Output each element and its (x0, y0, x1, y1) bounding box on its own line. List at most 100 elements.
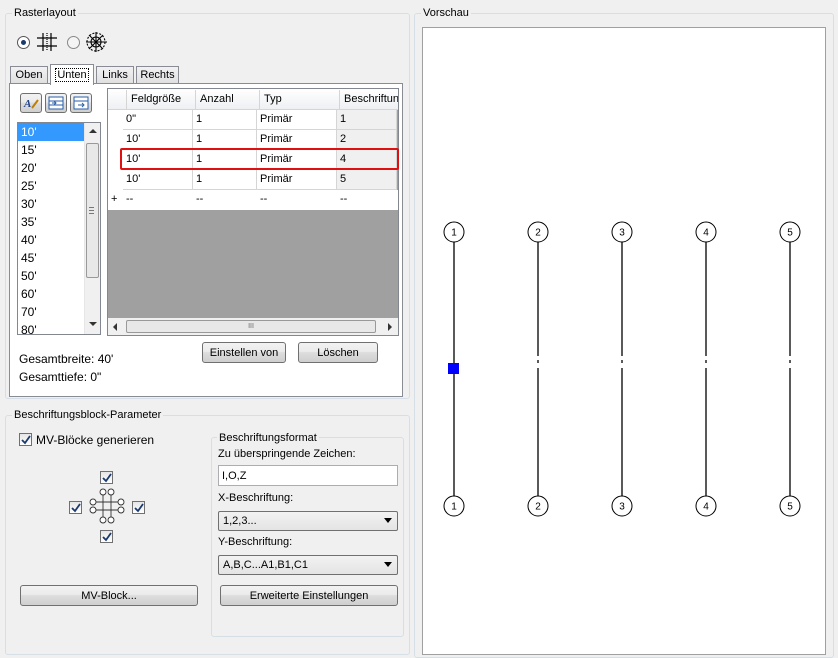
grid-table[interactable]: Feldgröße Anzahl Typ Beschriftun 0" 1 Prim… (107, 88, 399, 336)
grid-bubble-label: 1 (451, 502, 457, 513)
tab-unten[interactable]: Unten (50, 64, 94, 85)
y-label-caption: Y-Beschriftung: (218, 536, 293, 548)
grid-bubble-label: 2 (535, 502, 541, 513)
grid-cell-beschriftung[interactable]: 5 (337, 170, 397, 190)
radial-grid-icon (85, 31, 109, 56)
x-label-select[interactable]: 1,2,3... (218, 511, 398, 531)
grid-cell-typ[interactable]: Primär (257, 130, 337, 150)
grid-bubble-label: 5 (787, 502, 793, 513)
svg-text:A: A (23, 98, 31, 110)
grid-bubble-label: 1 (451, 228, 457, 239)
label-block-title: Beschriftungsblock-Parameter (12, 409, 164, 422)
size-listbox[interactable]: 10' 15' 20' 25' 30' 35' 40' 45' 50' 60' 70' 80' (17, 122, 101, 335)
size-list-item[interactable]: 50' (18, 267, 84, 285)
grid-header-typ[interactable]: Typ (259, 90, 339, 109)
radio-orthogonal[interactable] (17, 36, 30, 49)
label-right-checkbox[interactable] (132, 501, 145, 514)
scroll-right-arrow[interactable] (388, 323, 392, 331)
total-width-text: Gesamtbreite: 40' (19, 352, 114, 366)
preview-title: Vorschau (421, 7, 471, 20)
size-list-item[interactable]: 20' (18, 159, 84, 177)
new-row-anzahl[interactable]: -- (193, 190, 257, 209)
label-left-checkbox[interactable] (69, 501, 82, 514)
size-list-item[interactable]: 80' (18, 321, 84, 334)
rasterlayout-title: Rasterlayout (12, 7, 78, 20)
grid-header-beschriftung[interactable]: Beschriftun (339, 90, 398, 109)
generate-mv-label: MV-Blöcke generieren (36, 433, 155, 447)
grid-bubble-top[interactable]: 3 (611, 221, 633, 243)
grid-hscroll-thumb[interactable]: III (126, 320, 376, 333)
new-row[interactable]: + -- -- -- -- (108, 190, 398, 210)
grid-row[interactable]: 10' 1 Primär 5 (108, 170, 398, 190)
grid-cell-anzahl[interactable]: 1 (193, 110, 257, 130)
tab-links[interactable]: Links (96, 66, 134, 83)
size-list-item[interactable]: 45' (18, 249, 84, 267)
grid-bubble-bottom[interactable]: 2 (527, 495, 549, 517)
grid-cell-typ[interactable]: Primär (257, 110, 337, 130)
grid-bubble-bottom[interactable]: 5 (779, 495, 801, 517)
grid-bubble-top[interactable]: 5 (779, 221, 801, 243)
size-list-item[interactable]: 70' (18, 303, 84, 321)
grid-bubble-label: 4 (703, 502, 709, 513)
skip-chars-input[interactable]: I,O,Z (218, 465, 398, 486)
grid-cell-feldgroesse[interactable]: 10' (123, 170, 193, 190)
grid-cell-feldgroesse[interactable]: 10' (123, 130, 193, 150)
size-list-scrollbar[interactable] (84, 123, 100, 334)
size-list-item[interactable]: 10' (18, 123, 84, 141)
grid-cell-beschriftung[interactable]: 1 (337, 110, 397, 130)
grid-bubble-bottom[interactable]: 1 (443, 495, 465, 517)
grid-hscrollbar[interactable]: III (108, 318, 398, 335)
grid-bubble-top[interactable]: 4 (695, 221, 717, 243)
size-list-item[interactable]: 35' (18, 213, 84, 231)
advanced-settings-button[interactable]: Erweiterte Einstellungen (220, 585, 398, 606)
set-from-button[interactable]: Einstellen von (202, 342, 286, 363)
size-list-item[interactable]: 30' (18, 195, 84, 213)
grid-row[interactable]: 10' 1 Primär 2 (108, 130, 398, 150)
label-block-diagram-icon (89, 488, 125, 527)
scroll-down-arrow[interactable] (89, 322, 97, 326)
label-bottom-checkbox[interactable] (100, 530, 113, 543)
grid-row[interactable]: 0" 1 Primär 1 (108, 110, 398, 130)
new-row-typ[interactable]: -- (257, 190, 337, 209)
grid-bubble-label: 4 (703, 228, 709, 239)
grid-header-feldgroesse[interactable]: Feldgröße (126, 90, 196, 109)
grid-cell-beschriftung[interactable]: 2 (337, 130, 397, 150)
label-format-title: Beschriftungsformat (217, 432, 319, 445)
grid-bubble-label: 2 (535, 228, 541, 239)
label-top-checkbox[interactable] (100, 471, 113, 484)
mv-block-button[interactable]: MV-Block... (20, 585, 198, 606)
radio-radial[interactable] (67, 36, 80, 49)
grid-cell-anzahl[interactable]: 1 (193, 170, 257, 190)
edit-label-icon[interactable]: A (20, 93, 42, 113)
total-depth-text: Gesamttiefe: 0" (19, 370, 102, 384)
size-list-item[interactable]: 60' (18, 285, 84, 303)
grid-bubble-bottom[interactable]: 3 (611, 495, 633, 517)
grid-cell-anzahl[interactable]: 1 (193, 130, 257, 150)
grid-bubble-top[interactable]: 2 (527, 221, 549, 243)
grid-header-anzahl[interactable]: Anzahl (195, 90, 259, 109)
size-list-item[interactable]: 25' (18, 177, 84, 195)
new-row-feldgroesse[interactable]: -- (123, 190, 193, 209)
grid-bubble-bottom[interactable]: 4 (695, 495, 717, 517)
tab-oben[interactable]: Oben (10, 66, 48, 83)
scroll-left-arrow[interactable] (113, 323, 117, 331)
grid-bubble-label: 3 (619, 228, 625, 239)
tab-rechts[interactable]: Rechts (136, 66, 179, 83)
insert-row-icon[interactable] (45, 93, 67, 113)
generate-mv-checkbox[interactable] (19, 433, 32, 446)
grid-cell-typ[interactable]: Primär (257, 170, 337, 190)
chevron-down-icon (384, 518, 392, 523)
delete-button[interactable]: Löschen (298, 342, 378, 363)
grid-bubble-label: 3 (619, 502, 625, 513)
y-label-select[interactable]: A,B,C...A1,B1,C1 (218, 555, 398, 575)
selected-grip-marker[interactable] (448, 363, 459, 374)
size-list-item[interactable]: 15' (18, 141, 84, 159)
row-highlight-frame (120, 148, 399, 170)
append-row-icon[interactable] (70, 93, 92, 113)
preview-canvas: 1 1 2 2 3 3 4 4 5 5 (422, 27, 826, 655)
grid-bubble-top[interactable]: 1 (443, 221, 465, 243)
size-list-item[interactable]: 40' (18, 231, 84, 249)
new-row-beschriftung[interactable]: -- (337, 190, 397, 209)
scroll-up-arrow[interactable] (89, 129, 97, 133)
grid-cell-feldgroesse[interactable]: 0" (123, 110, 193, 130)
